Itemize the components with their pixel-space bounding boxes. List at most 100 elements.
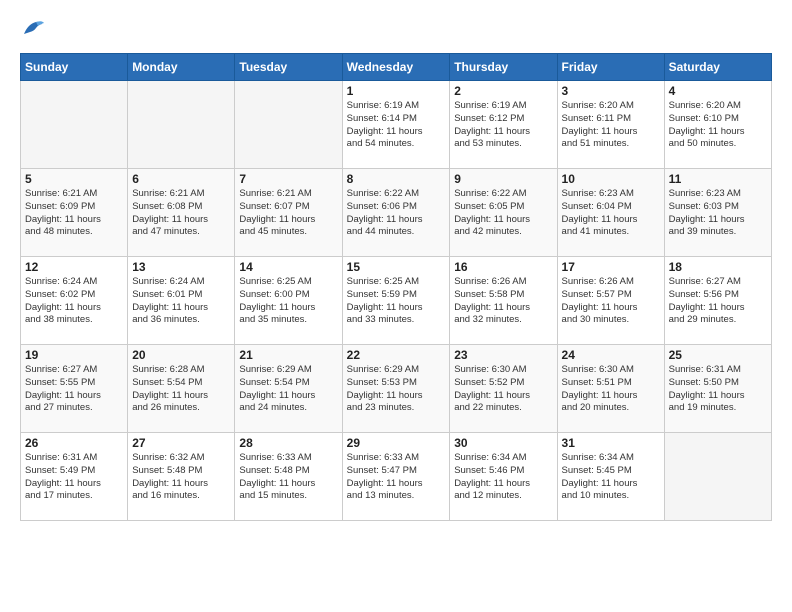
calendar-cell: 21 Sunrise: 6:29 AMSunset: 5:54 PMDayligh… [235, 345, 342, 433]
logo [20, 18, 42, 39]
calendar-cell: 31 Sunrise: 6:34 AMSunset: 5:45 PMDayligh… [557, 433, 664, 521]
day-number: 14 [239, 260, 337, 274]
calendar-cell: 26Sunrise: 6:31 AMSunset: 5:49 PMDayligh… [21, 433, 128, 521]
cell-sun-info: Sunrise: 6:30 AMSunset: 5:52 PMDaylight:… [454, 364, 552, 415]
cell-sun-info: Sunrise: 6:21 AMSunset: 6:07 PMDaylight:… [239, 188, 337, 239]
calendar-cell: 28 Sunrise: 6:33 AMSunset: 5:48 PMDayligh… [235, 433, 342, 521]
calendar-cell: 22Sunrise: 6:29 AMSunset: 5:53 PMDayligh… [342, 345, 450, 433]
calendar-cell: 9Sunrise: 6:22 AMSunset: 6:05 PMDaylight… [450, 169, 557, 257]
calendar-cell: 23 Sunrise: 6:30 AMSunset: 5:52 PMDayligh… [450, 345, 557, 433]
cell-sun-info: Sunrise: 6:22 AMSunset: 6:05 PMDaylight:… [454, 188, 552, 239]
weekday-header: Friday [557, 54, 664, 81]
weekday-header: Monday [128, 54, 235, 81]
day-number: 11 [669, 172, 767, 186]
page-container: SundayMondayTuesdayWednesdayThursdayFrid… [0, 0, 792, 533]
day-number: 21 [239, 348, 337, 362]
cell-sun-info: Sunrise: 6:23 AMSunset: 6:03 PMDaylight:… [669, 188, 767, 239]
cell-sun-info: Sunrise: 6:28 AMSunset: 5:54 PMDaylight:… [132, 364, 230, 415]
cell-sun-info: Sunrise: 6:26 AMSunset: 5:57 PMDaylight:… [562, 276, 660, 327]
calendar-cell: 18 Sunrise: 6:27 AMSunset: 5:56 PMDayligh… [664, 257, 771, 345]
calendar-cell: 13Sunrise: 6:24 AMSunset: 6:01 PMDayligh… [128, 257, 235, 345]
calendar-cell [235, 81, 342, 169]
cell-sun-info: Sunrise: 6:21 AMSunset: 6:08 PMDaylight:… [132, 188, 230, 239]
calendar-cell: 29 Sunrise: 6:33 AMSunset: 5:47 PMDayligh… [342, 433, 450, 521]
cell-sun-info: Sunrise: 6:25 AMSunset: 6:00 PMDaylight:… [239, 276, 337, 327]
day-number: 6 [132, 172, 230, 186]
cell-sun-info: Sunrise: 6:29 AMSunset: 5:54 PMDaylight:… [239, 364, 337, 415]
weekday-header: Saturday [664, 54, 771, 81]
calendar-week-row: 1 Sunrise: 6:19 AMSunset: 6:14 PMDaylight… [21, 81, 772, 169]
cell-sun-info: Sunrise: 6:20 AMSunset: 6:10 PMDaylight:… [669, 100, 767, 151]
cell-sun-info: Sunrise: 6:31 AMSunset: 5:50 PMDaylight:… [669, 364, 767, 415]
calendar-cell: 1 Sunrise: 6:19 AMSunset: 6:14 PMDaylight… [342, 81, 450, 169]
day-number: 5 [25, 172, 123, 186]
day-number: 8 [347, 172, 446, 186]
weekday-header: Tuesday [235, 54, 342, 81]
calendar-cell: 19Sunrise: 6:27 AMSunset: 5:55 PMDayligh… [21, 345, 128, 433]
calendar-cell: 17 Sunrise: 6:26 AMSunset: 5:57 PMDayligh… [557, 257, 664, 345]
calendar-week-row: 5 Sunrise: 6:21 AMSunset: 6:09 PMDaylight… [21, 169, 772, 257]
day-number: 28 [239, 436, 337, 450]
calendar-cell: 4 Sunrise: 6:20 AMSunset: 6:10 PMDaylight… [664, 81, 771, 169]
cell-sun-info: Sunrise: 6:33 AMSunset: 5:47 PMDaylight:… [347, 452, 446, 503]
cell-sun-info: Sunrise: 6:19 AMSunset: 6:14 PMDaylight:… [347, 100, 446, 151]
calendar-week-row: 19Sunrise: 6:27 AMSunset: 5:55 PMDayligh… [21, 345, 772, 433]
calendar-header-row: SundayMondayTuesdayWednesdayThursdayFrid… [21, 54, 772, 81]
calendar-cell: 30 Sunrise: 6:34 AMSunset: 5:46 PMDayligh… [450, 433, 557, 521]
calendar-cell: 7 Sunrise: 6:21 AMSunset: 6:07 PMDaylight… [235, 169, 342, 257]
cell-sun-info: Sunrise: 6:27 AMSunset: 5:55 PMDaylight:… [25, 364, 123, 415]
day-number: 12 [25, 260, 123, 274]
cell-sun-info: Sunrise: 6:33 AMSunset: 5:48 PMDaylight:… [239, 452, 337, 503]
calendar-cell [21, 81, 128, 169]
cell-sun-info: Sunrise: 6:34 AMSunset: 5:45 PMDaylight:… [562, 452, 660, 503]
logo-bird-icon [22, 20, 44, 38]
calendar-cell: 5 Sunrise: 6:21 AMSunset: 6:09 PMDaylight… [21, 169, 128, 257]
cell-sun-info: Sunrise: 6:34 AMSunset: 5:46 PMDaylight:… [454, 452, 552, 503]
cell-sun-info: Sunrise: 6:22 AMSunset: 6:06 PMDaylight:… [347, 188, 446, 239]
cell-sun-info: Sunrise: 6:19 AMSunset: 6:12 PMDaylight:… [454, 100, 552, 151]
calendar-cell: 20Sunrise: 6:28 AMSunset: 5:54 PMDayligh… [128, 345, 235, 433]
day-number: 23 [454, 348, 552, 362]
day-number: 1 [347, 84, 446, 98]
day-number: 18 [669, 260, 767, 274]
calendar-cell [128, 81, 235, 169]
calendar-cell [664, 433, 771, 521]
day-number: 22 [347, 348, 446, 362]
day-number: 24 [562, 348, 660, 362]
cell-sun-info: Sunrise: 6:24 AMSunset: 6:02 PMDaylight:… [25, 276, 123, 327]
day-number: 29 [347, 436, 446, 450]
day-number: 7 [239, 172, 337, 186]
day-number: 16 [454, 260, 552, 274]
day-number: 31 [562, 436, 660, 450]
calendar-cell: 16 Sunrise: 6:26 AMSunset: 5:58 PMDayligh… [450, 257, 557, 345]
calendar-cell: 10Sunrise: 6:23 AMSunset: 6:04 PMDayligh… [557, 169, 664, 257]
cell-sun-info: Sunrise: 6:26 AMSunset: 5:58 PMDaylight:… [454, 276, 552, 327]
cell-sun-info: Sunrise: 6:20 AMSunset: 6:11 PMDaylight:… [562, 100, 660, 151]
day-number: 17 [562, 260, 660, 274]
weekday-header: Thursday [450, 54, 557, 81]
day-number: 4 [669, 84, 767, 98]
calendar-cell: 8 Sunrise: 6:22 AMSunset: 6:06 PMDaylight… [342, 169, 450, 257]
cell-sun-info: Sunrise: 6:31 AMSunset: 5:49 PMDaylight:… [25, 452, 123, 503]
cell-sun-info: Sunrise: 6:21 AMSunset: 6:09 PMDaylight:… [25, 188, 123, 239]
day-number: 13 [132, 260, 230, 274]
calendar-cell: 14 Sunrise: 6:25 AMSunset: 6:00 PMDayligh… [235, 257, 342, 345]
day-number: 27 [132, 436, 230, 450]
cell-sun-info: Sunrise: 6:27 AMSunset: 5:56 PMDaylight:… [669, 276, 767, 327]
day-number: 2 [454, 84, 552, 98]
calendar-cell: 3Sunrise: 6:20 AMSunset: 6:11 PMDaylight… [557, 81, 664, 169]
calendar-cell: 27 Sunrise: 6:32 AMSunset: 5:48 PMDayligh… [128, 433, 235, 521]
calendar-cell: 24 Sunrise: 6:30 AMSunset: 5:51 PMDayligh… [557, 345, 664, 433]
day-number: 30 [454, 436, 552, 450]
cell-sun-info: Sunrise: 6:32 AMSunset: 5:48 PMDaylight:… [132, 452, 230, 503]
cell-sun-info: Sunrise: 6:25 AMSunset: 5:59 PMDaylight:… [347, 276, 446, 327]
calendar-table: SundayMondayTuesdayWednesdayThursdayFrid… [20, 53, 772, 521]
calendar-cell: 2 Sunrise: 6:19 AMSunset: 6:12 PMDaylight… [450, 81, 557, 169]
calendar-cell: 11 Sunrise: 6:23 AMSunset: 6:03 PMDayligh… [664, 169, 771, 257]
calendar-cell: 6 Sunrise: 6:21 AMSunset: 6:08 PMDaylight… [128, 169, 235, 257]
calendar-cell: 25 Sunrise: 6:31 AMSunset: 5:50 PMDayligh… [664, 345, 771, 433]
cell-sun-info: Sunrise: 6:30 AMSunset: 5:51 PMDaylight:… [562, 364, 660, 415]
day-number: 25 [669, 348, 767, 362]
calendar-cell: 12 Sunrise: 6:24 AMSunset: 6:02 PMDayligh… [21, 257, 128, 345]
weekday-header: Sunday [21, 54, 128, 81]
